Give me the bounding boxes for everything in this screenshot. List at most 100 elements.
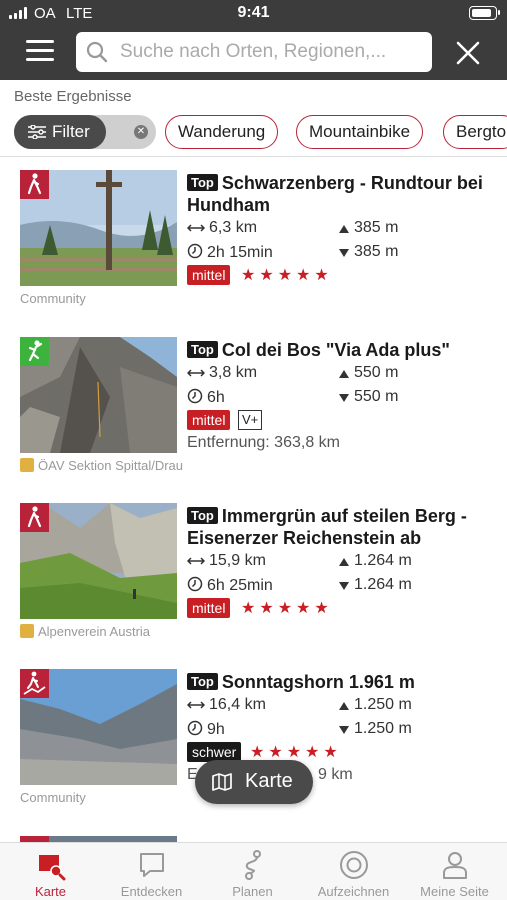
map-view-button[interactable]: Karte <box>195 760 313 804</box>
tour-card[interactable]: Community Top Sonntagshorn 1.961 m 16,4 k… <box>0 669 507 829</box>
distance-from-user-partial-end: 9 km <box>318 766 353 783</box>
tour-card[interactable]: Alpenverein Austria Top Immergrün auf ste… <box>0 503 507 663</box>
tour-descent: 1.250 m <box>338 720 412 738</box>
tour-descent: 550 m <box>338 388 398 406</box>
tab-planen[interactable]: Planen <box>202 843 303 900</box>
tour-title[interactable]: Top Schwarzenberg - Rundtour bei Hundham <box>187 172 487 216</box>
tour-ascent: 1.250 m <box>338 696 412 714</box>
clock-icon <box>187 243 203 259</box>
rating-stars: ★★★★★ <box>241 267 333 284</box>
tab-aufzeichnen[interactable]: Aufzeichnen <box>303 843 404 900</box>
app-header: OA LTE 9:41 Suche nach Orten, Regionen,.… <box>0 0 507 80</box>
climbing-grade: V+ <box>238 410 263 430</box>
club-logo-icon <box>20 624 34 638</box>
tour-card[interactable]: ÖAV Sektion Spittal/Drau Top Col dei Bos … <box>0 337 507 497</box>
tour-author: Community <box>20 291 86 306</box>
chip-bergtour[interactable]: Bergto <box>443 115 507 149</box>
clock-icon <box>187 388 203 404</box>
discover-icon <box>140 853 164 877</box>
difficulty-badge: schwer <box>187 742 242 762</box>
filter-label: Filter <box>52 122 90 141</box>
map-pin-icon <box>39 855 66 881</box>
hiking-icon <box>20 170 49 199</box>
tab-label: Karte <box>34 884 67 899</box>
tour-ascent: 385 m <box>338 219 398 237</box>
sliders-icon <box>28 125 46 139</box>
descent-icon <box>339 726 349 734</box>
tour-duration: 2h 15min <box>187 243 273 262</box>
descent-icon <box>339 394 349 402</box>
tour-duration: 9h <box>187 720 225 739</box>
tour-title[interactable]: Top Col dei Bos "Via Ada plus" <box>187 339 487 361</box>
tab-karte[interactable]: Karte <box>0 843 101 900</box>
tour-descent: 385 m <box>338 243 398 261</box>
search-icon <box>86 41 108 63</box>
menu-button[interactable] <box>26 40 54 64</box>
rating-stars: ★★★★★ <box>250 744 342 761</box>
tab-bar: Karte Entdecken Planen Aufzeichnen Meine… <box>0 842 507 900</box>
top-badge: Top <box>187 507 218 524</box>
difficulty-badge: mittel <box>187 265 231 285</box>
top-badge: Top <box>187 673 218 690</box>
clock-icon <box>187 720 203 736</box>
tour-author: ÖAV Sektion Spittal/Drau <box>20 458 183 473</box>
tour-ascent: 550 m <box>338 364 398 382</box>
ascent-icon <box>339 558 349 566</box>
distance-icon <box>186 369 206 377</box>
hiking-icon <box>20 503 49 532</box>
status-time: 9:41 <box>237 4 270 21</box>
mountain-hike-icon <box>20 669 49 698</box>
tab-label: Entdecken <box>120 884 183 899</box>
tour-distance: 6,3 km <box>186 219 257 237</box>
tour-distance: 3,8 km <box>186 364 257 382</box>
filter-button[interactable]: Filter <box>14 115 106 149</box>
distance-icon <box>186 701 206 709</box>
plan-route-icon <box>245 850 261 880</box>
top-badge: Top <box>187 174 218 191</box>
descent-icon <box>339 249 349 257</box>
ascent-icon <box>339 370 349 378</box>
tab-label: Planen <box>232 884 273 899</box>
map-icon <box>212 773 232 791</box>
chip-wanderung[interactable]: Wanderung <box>165 115 279 149</box>
tab-entdecken[interactable]: Entdecken <box>101 843 202 900</box>
tour-author: Community <box>20 790 86 805</box>
ascent-icon <box>339 225 349 233</box>
close-icon[interactable] <box>455 40 481 66</box>
difficulty-badge: mittel <box>187 410 231 430</box>
tour-duration: 6h <box>187 388 225 407</box>
descent-icon <box>339 582 349 590</box>
clock-icon <box>187 576 203 592</box>
distance-icon <box>186 224 206 232</box>
tour-author: Alpenverein Austria <box>20 624 150 639</box>
tour-duration: 6h 25min <box>187 576 273 595</box>
rating-stars: ★★★★★ <box>241 600 333 617</box>
chip-remove-icon[interactable]: ✕ <box>134 125 148 139</box>
tour-distance: 16,4 km <box>186 696 266 714</box>
map-button-label: Karte <box>245 770 293 792</box>
tour-descent: 1.264 m <box>338 576 412 594</box>
climbing-icon <box>20 337 49 366</box>
divider <box>0 156 507 157</box>
distance-icon <box>186 557 206 565</box>
tour-distance: 15,9 km <box>186 552 266 570</box>
tab-label: Aufzeichnen <box>317 884 390 899</box>
search-input[interactable]: Suche nach Orten, Regionen,... <box>76 32 432 72</box>
profile-icon <box>443 852 467 879</box>
tour-title[interactable]: Top Immergrün auf steilen Berg - Eisenerz… <box>187 505 487 549</box>
top-badge: Top <box>187 341 218 358</box>
ascent-icon <box>339 702 349 710</box>
results-heading: Beste Ergebnisse <box>14 88 132 105</box>
tour-card[interactable]: Community Top Schwarzenberg - Rundtour be… <box>0 170 507 330</box>
search-placeholder: Suche nach Orten, Regionen,... <box>120 41 387 62</box>
tour-ascent: 1.264 m <box>338 552 412 570</box>
tab-meine-seite[interactable]: Meine Seite <box>404 843 505 900</box>
record-icon <box>340 851 368 879</box>
status-bar: OA LTE 9:41 <box>0 0 507 28</box>
distance-from-user: Entfernung: 363,8 km <box>187 434 340 451</box>
chip-mountainbike[interactable]: Mountainbike <box>296 115 424 149</box>
battery-icon <box>469 6 500 20</box>
tour-title[interactable]: Top Sonntagshorn 1.961 m <box>187 671 487 693</box>
club-logo-icon <box>20 458 34 472</box>
tab-label: Meine Seite <box>420 884 489 899</box>
